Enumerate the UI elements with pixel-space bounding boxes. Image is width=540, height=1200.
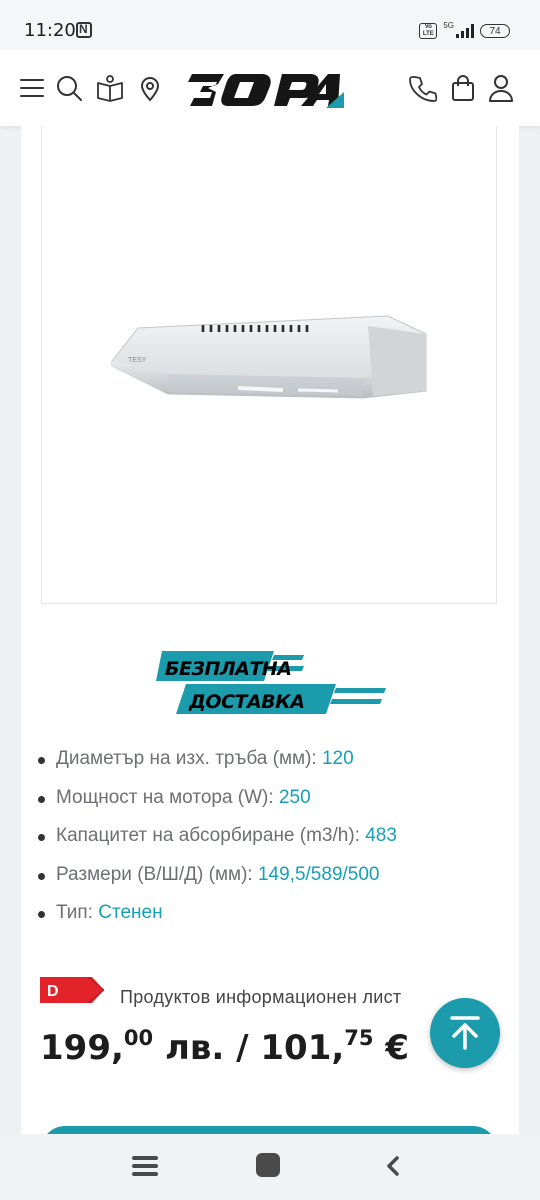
search-icon[interactable] xyxy=(55,74,83,102)
spec-item: Мощност на мотора (W): 250 xyxy=(38,787,397,826)
product-card: TESY БЕЗПЛАТНА ДОСТАВКА Диаметър на изх.… xyxy=(21,126,519,1166)
arrow-up-icon xyxy=(450,1016,480,1050)
network-type: 5G xyxy=(443,20,454,30)
energy-class-label[interactable]: D xyxy=(40,977,104,1003)
spec-item: Капацитет на абсорбиране (m3/h): 483 xyxy=(38,825,397,864)
menu-icon[interactable] xyxy=(18,74,46,102)
product-image-frame[interactable]: TESY xyxy=(41,126,497,604)
spec-label: Капацитет на абсорбиране (m3/h): xyxy=(56,825,366,847)
product-info-sheet-link[interactable]: Продуктов информационен лист xyxy=(120,987,401,1008)
price-eur-dec: 75 xyxy=(344,1026,374,1050)
user-icon[interactable] xyxy=(487,74,515,102)
delivery-line2: ДОСТАВКА xyxy=(188,691,304,713)
cart-icon[interactable] xyxy=(449,74,477,102)
catalog-icon[interactable] xyxy=(96,74,124,102)
spec-value: 149,5/589/500 xyxy=(257,863,380,885)
spec-label: Диаметър на изх. тръба (мм): xyxy=(56,748,322,769)
spec-item: Размери (В/Ш/Д) (мм): 149,5/589/500 xyxy=(38,864,397,903)
site-header xyxy=(0,50,540,126)
status-indicators: Vo LTE 5G 74 xyxy=(419,20,510,40)
delivery-line1: БЕЗПЛАТНА xyxy=(165,658,291,680)
status-time: 11:20 xyxy=(24,20,76,41)
battery-icon: 74 xyxy=(480,24,510,38)
product-brand-text: TESY xyxy=(128,357,147,364)
nfc-icon xyxy=(76,22,92,38)
recents-icon[interactable] xyxy=(132,1156,158,1176)
price-eur-int: 101, xyxy=(260,1028,345,1068)
back-icon[interactable] xyxy=(384,1154,402,1178)
spec-value: 483 xyxy=(365,825,397,847)
zora-logo[interactable] xyxy=(188,70,344,110)
product-specs-list: Диаметър на изх. тръба (мм): 120 Мощност… xyxy=(38,748,397,941)
product-price: 199,00 лв. / 101,75 € xyxy=(40,1026,409,1068)
spec-label: Тип: xyxy=(56,902,99,924)
spec-value: 120 xyxy=(321,748,354,769)
volte-icon: Vo LTE xyxy=(419,23,438,39)
home-icon[interactable] xyxy=(256,1153,280,1177)
price-bgn-unit: лв. / xyxy=(153,1028,261,1068)
battery-level: 74 xyxy=(489,26,501,37)
phone-icon[interactable] xyxy=(409,74,437,102)
spec-item: Диаметър на изх. тръба (мм): 120 xyxy=(38,748,397,787)
energy-class-letter: D xyxy=(47,983,59,1000)
price-bgn-dec: 00 xyxy=(123,1026,154,1050)
system-nav-bar xyxy=(0,1134,540,1200)
spec-value: Стенен xyxy=(98,902,163,924)
location-icon[interactable] xyxy=(136,74,164,102)
spec-item: Тип: Стенен xyxy=(38,902,397,941)
product-image: TESY xyxy=(111,315,427,399)
signal-icon xyxy=(456,24,474,38)
free-delivery-badge: БЕЗПЛАТНА ДОСТАВКА xyxy=(156,651,386,714)
price-eur-unit: € xyxy=(373,1028,410,1068)
spec-value: 250 xyxy=(278,786,311,808)
price-bgn-int: 199, xyxy=(40,1028,124,1068)
spec-label: Размери (В/Ш/Д) (мм): xyxy=(56,863,258,885)
spec-label: Мощност на мотора (W): xyxy=(56,786,279,808)
scroll-to-top-button[interactable] xyxy=(430,998,500,1068)
